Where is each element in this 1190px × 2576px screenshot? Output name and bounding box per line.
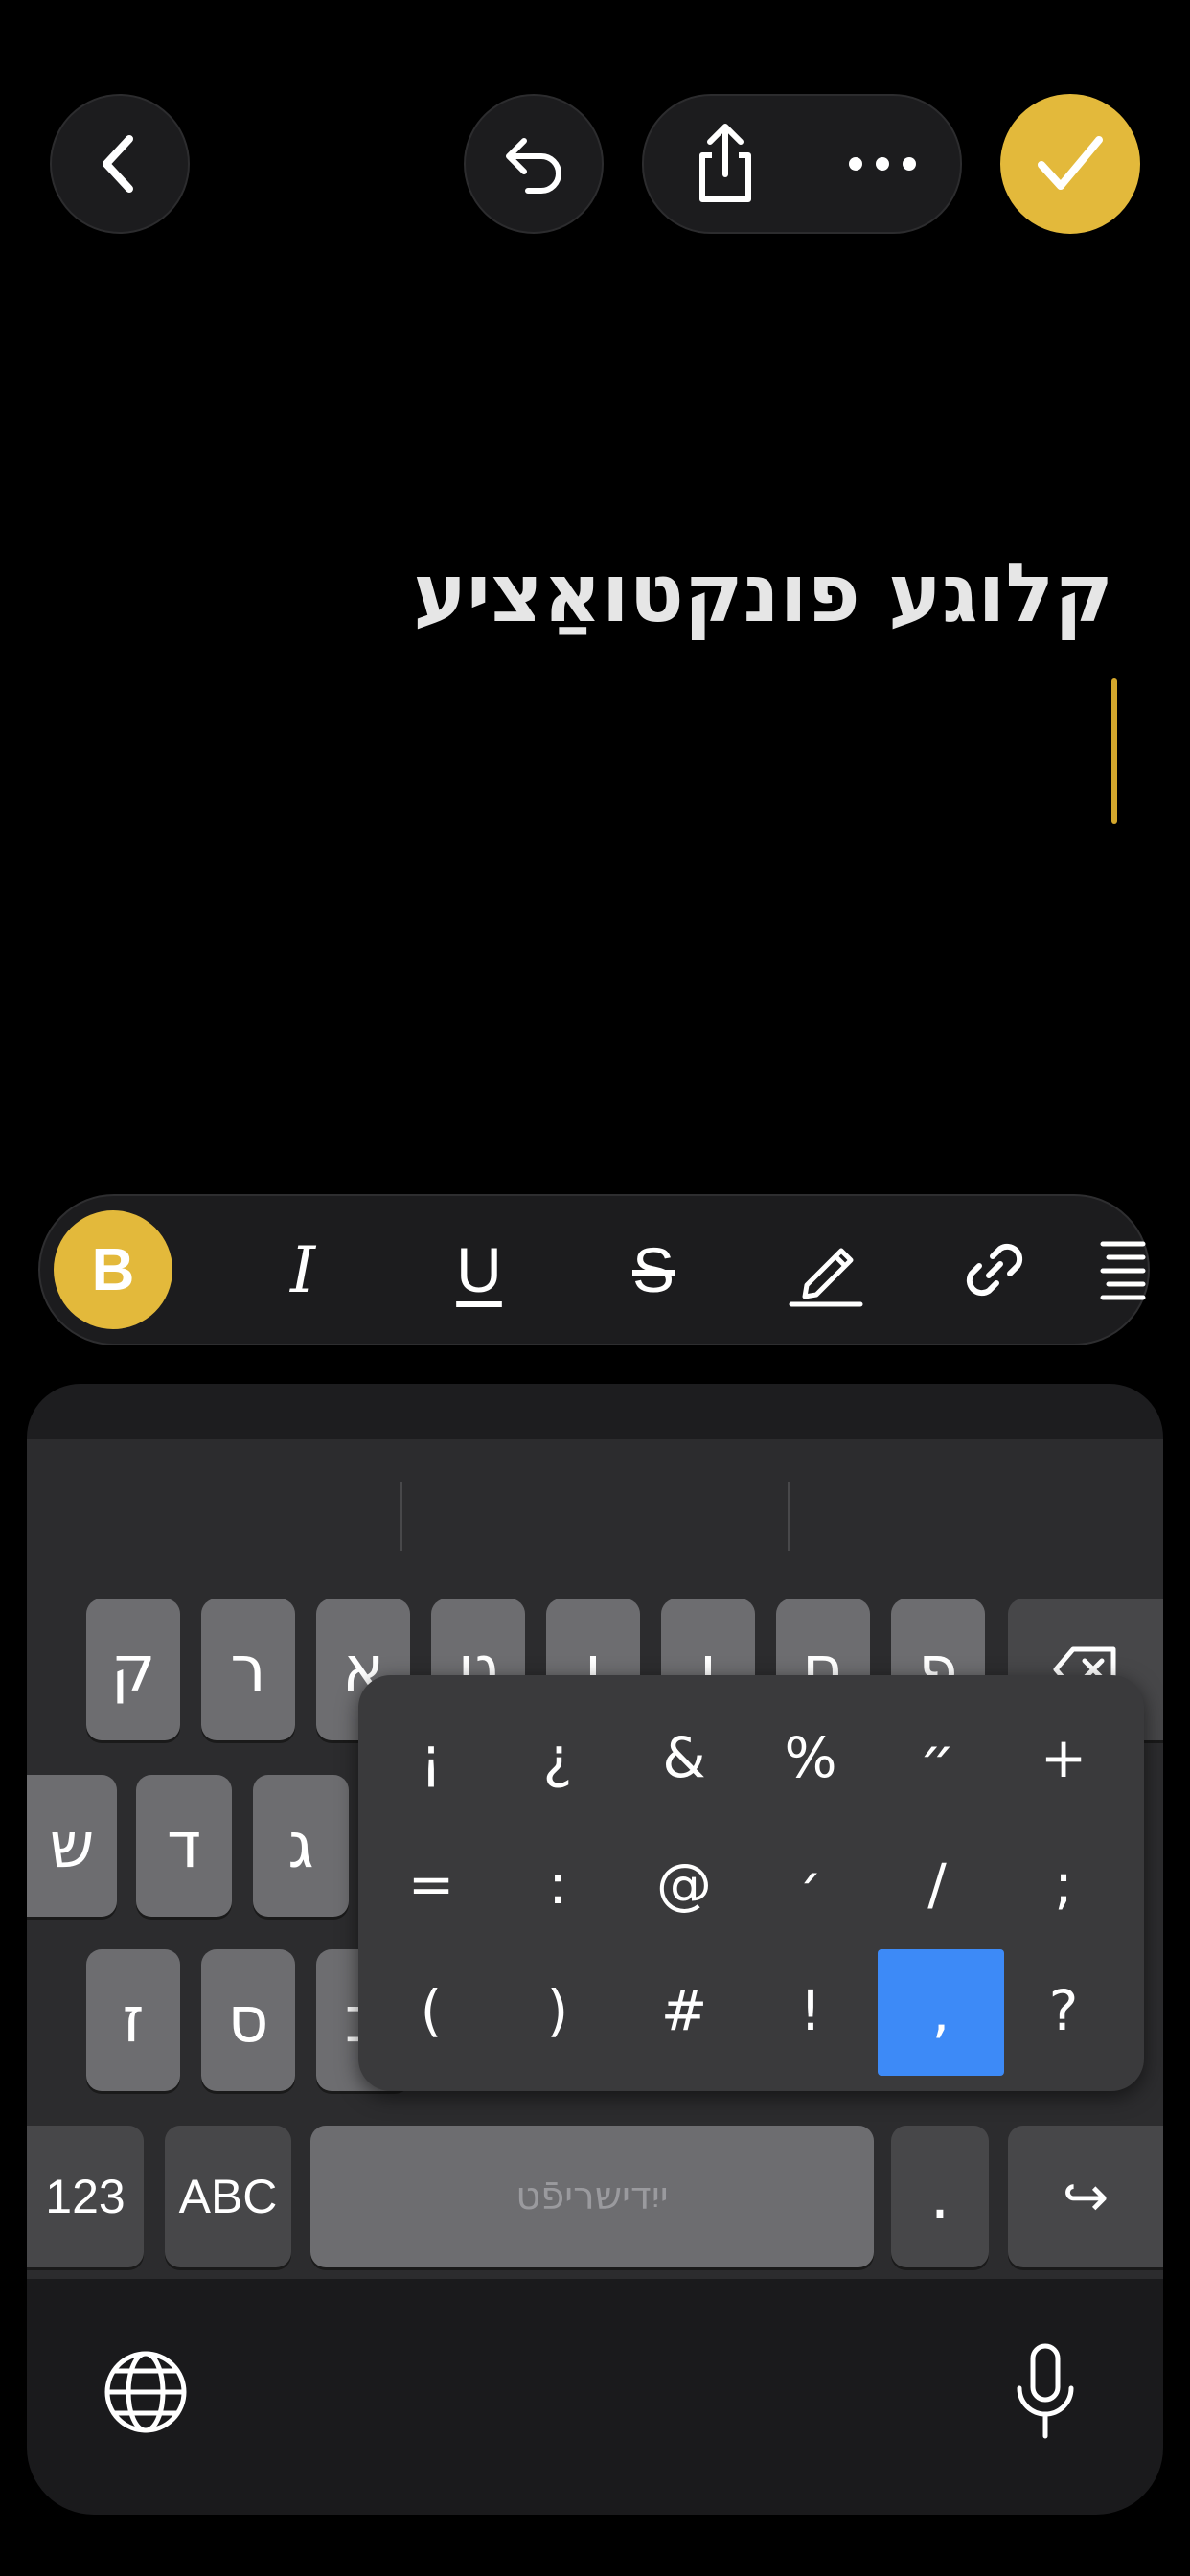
- undo-icon: [506, 138, 561, 194]
- checkmark-icon: [1038, 136, 1103, 190]
- text-align-icon: [1100, 1241, 1146, 1300]
- share-icon: [699, 124, 751, 202]
- underline-label: U: [456, 1234, 502, 1305]
- link-button[interactable]: [935, 1196, 1054, 1344]
- more-button[interactable]: [820, 96, 945, 232]
- underline-button[interactable]: U: [420, 1196, 538, 1344]
- return-key[interactable]: ↪: [1008, 2126, 1163, 2267]
- share-button[interactable]: [663, 96, 788, 232]
- share-more-group: [642, 94, 962, 234]
- italic-button[interactable]: I: [243, 1196, 362, 1344]
- space-key[interactable]: ייִדישריפֿט: [310, 2126, 874, 2267]
- abc-key[interactable]: ABC: [165, 2126, 291, 2267]
- popup-key[interactable]: %: [747, 1694, 874, 1821]
- key[interactable]: ש: [27, 1775, 117, 1917]
- keyboard-suggestion-strip-top: [27, 1384, 1163, 1441]
- microphone-icon: [1017, 2343, 1074, 2439]
- key[interactable]: ר: [201, 1598, 295, 1740]
- numbers-key[interactable]: 123: [27, 2126, 144, 2267]
- period-key[interactable]: .: [891, 2126, 989, 2267]
- key[interactable]: ז: [86, 1949, 180, 2091]
- key[interactable]: ד: [136, 1775, 232, 1917]
- popup-key[interactable]: +: [1000, 1694, 1127, 1821]
- popup-key[interactable]: ¡: [368, 1694, 494, 1821]
- popup-key[interactable]: !: [747, 1947, 874, 2074]
- popup-key[interactable]: ;: [1000, 1821, 1127, 1947]
- popup-key-selected[interactable]: ,: [878, 1949, 1004, 2076]
- strikethrough-label: S: [631, 1234, 675, 1305]
- popup-key[interactable]: :: [494, 1821, 621, 1947]
- key[interactable]: ג: [253, 1775, 349, 1917]
- popup-key[interactable]: #: [621, 1947, 747, 2074]
- bold-label: B: [54, 1210, 172, 1329]
- suggestion-divider: [400, 1482, 402, 1551]
- done-button[interactable]: [1000, 94, 1140, 234]
- popup-key[interactable]: ¿: [494, 1694, 621, 1821]
- ellipsis-icon: [849, 157, 916, 171]
- format-toolbar: B I U S: [38, 1194, 1150, 1346]
- popup-key[interactable]: =: [368, 1821, 494, 1947]
- dictation-button[interactable]: [1002, 2338, 1088, 2446]
- back-button[interactable]: [50, 94, 190, 234]
- popup-key[interactable]: /: [874, 1821, 1000, 1947]
- key[interactable]: ס: [201, 1949, 295, 2091]
- bold-button[interactable]: B: [54, 1196, 172, 1344]
- popup-key[interactable]: ?: [1000, 1947, 1127, 2074]
- chevron-left-icon: [103, 135, 133, 193]
- globe-button[interactable]: [96, 2342, 195, 2442]
- text-cursor: [1111, 678, 1117, 824]
- strikethrough-button[interactable]: S: [594, 1196, 713, 1344]
- popup-key[interactable]: ״: [874, 1694, 1000, 1821]
- punctuation-popup: ¡ ¿ & % ״ + = : @ ׳ / ; ( ) # ! , ?: [358, 1675, 1144, 2091]
- link-icon: [966, 1243, 1023, 1297]
- keyboard-footer: [27, 2279, 1163, 2515]
- popup-key[interactable]: ): [494, 1947, 621, 2074]
- globe-icon: [104, 2351, 187, 2433]
- popup-key[interactable]: &: [621, 1694, 747, 1821]
- popup-key[interactable]: (: [368, 1947, 494, 2074]
- undo-button[interactable]: [464, 94, 604, 234]
- key[interactable]: ק: [86, 1598, 180, 1740]
- popup-key[interactable]: ׳: [747, 1821, 874, 1947]
- pencil-highlight-icon: [789, 1248, 863, 1307]
- align-button[interactable]: [1085, 1196, 1161, 1344]
- highlight-button[interactable]: [767, 1196, 885, 1344]
- suggestion-divider: [788, 1482, 790, 1551]
- popup-key[interactable]: @: [621, 1821, 747, 1947]
- italic-label: I: [289, 1232, 316, 1307]
- note-title[interactable]: קלוגע פונקטואַציע: [413, 546, 1113, 640]
